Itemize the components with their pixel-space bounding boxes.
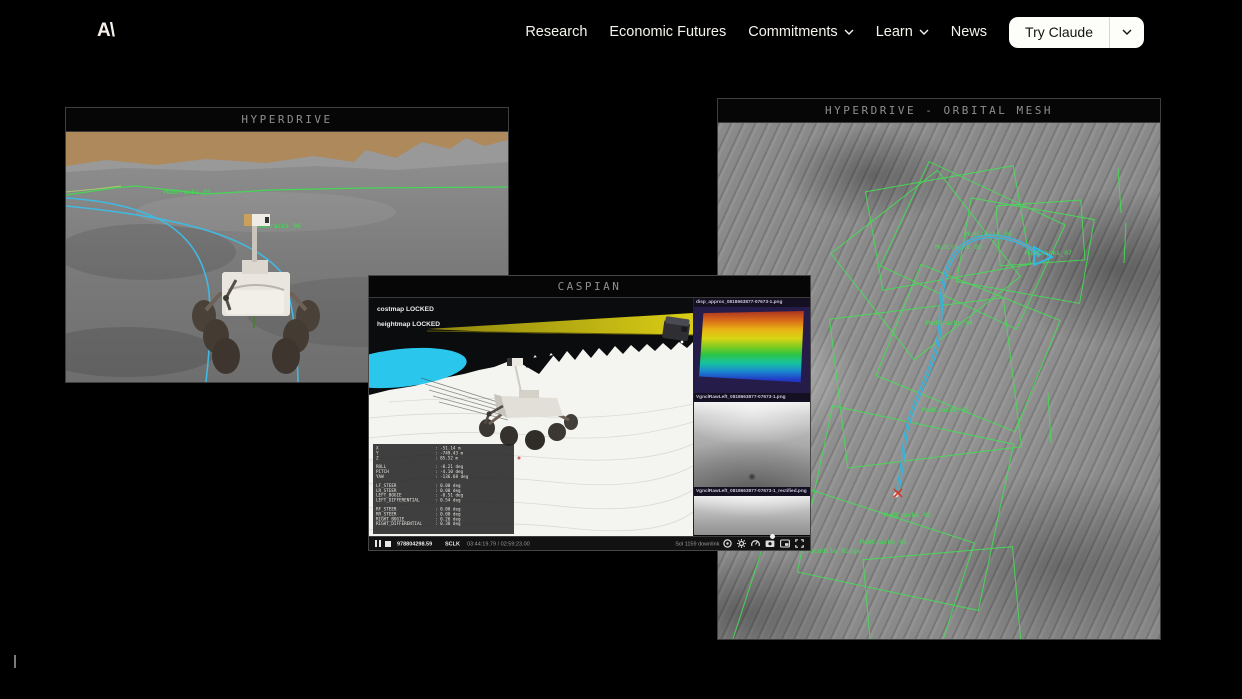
caspian-window: CASPIAN costmap LOCKED heightmap LOCKED [368, 275, 811, 551]
cursor-tick [14, 655, 16, 668]
nav-research-label: Research [525, 24, 587, 40]
fullscreen-icon[interactable] [795, 537, 804, 551]
lock-status-hud: costmap LOCKED heightmap LOCKED [377, 305, 492, 335]
raw-image-label: VgnclRawLeft_0818663877-07673-1.png [694, 393, 810, 401]
nav-research[interactable]: Research [525, 24, 587, 40]
nav-economic-futures[interactable]: Economic Futures [609, 24, 726, 40]
rectified-image-label: VgnclRawLeft_0818663877-07673-1_rectifie… [694, 487, 810, 495]
rectified-camera-image [694, 496, 810, 535]
site-label: MudCracks_05 [935, 243, 982, 251]
site-label: MudCracks_04 [926, 319, 973, 327]
heightmap-status: heightmap LOCKED [377, 320, 440, 328]
chevron-down-icon [919, 29, 929, 35]
telemetry-panel: X-51.14 m Y-749.43 m Z85.52 m ROLL-0.21 … [373, 444, 514, 534]
chevron-down-icon[interactable] [1110, 29, 1144, 35]
costmap-status: costmap LOCKED [377, 305, 440, 313]
pip-icon[interactable] [780, 537, 790, 551]
orbital-window-title: HYPERDRIVE - ORBITAL MESH [718, 99, 1160, 123]
site-label: MudCracks_07 [1025, 249, 1072, 257]
try-claude-button[interactable]: Try Claude [1009, 17, 1144, 48]
chevron-down-icon [844, 29, 854, 35]
site-label: MudCracks_06 [965, 230, 1012, 238]
site-label: MudCracks_03 [922, 406, 969, 414]
pause-icon[interactable] [375, 537, 381, 551]
nav-learn-label: Learn [876, 24, 913, 40]
disparity-colormap [698, 311, 806, 383]
scrubber-track[interactable] [369, 536, 810, 537]
hyperdrive-window-title: HYPERDRIVE [66, 108, 508, 132]
sensor-cube [662, 316, 691, 341]
palette-icon[interactable] [723, 537, 732, 551]
nav-commitments-label: Commitments [748, 24, 837, 40]
sclk-value: 978804298.59 [397, 541, 432, 547]
nav-learn[interactable]: Learn [876, 24, 929, 40]
site-label: MudCracks_02 [884, 511, 931, 519]
try-claude-label: Try Claude [1009, 24, 1109, 40]
camera-panels: disp_approx_0818663877-07673-1.png Vgncl… [693, 298, 810, 536]
sclk-label: SCLK [445, 541, 460, 547]
caspian-3d-viewport: costmap LOCKED heightmap LOCKED [369, 298, 693, 536]
nav-economic-futures-label: Economic Futures [609, 24, 726, 40]
panel-label-bar: disp_approx_0818663877-07673-1.png [694, 298, 810, 307]
anthropic-logo[interactable]: A\ [97, 20, 114, 42]
panel-label-bar: VgnclRawLeft_0818663877-07673-1_rectifie… [694, 487, 810, 496]
raw-camera-image [694, 402, 810, 487]
playback-controls: 978804298.59 SCLK 03:44:19.79 / 02:59:23… [369, 536, 810, 550]
playback-speed-icon[interactable] [751, 537, 760, 551]
panel-label-bar: VgnclRawLeft_0818663877-07673-1.png [694, 393, 810, 402]
disparity-image-label: disp_approx_0818663877-07673-1.png [694, 298, 810, 306]
waypoint-label: MudCracks_05 [164, 188, 211, 196]
nav-news[interactable]: News [951, 24, 987, 40]
disparity-image [694, 307, 810, 393]
settings-gear-icon[interactable] [737, 537, 746, 551]
site-label: MudCracks_01 [860, 538, 907, 546]
downlink-label: Sol 1159 downlink [675, 541, 719, 547]
playback-time: 03:44:19.79 / 02:59:23.00 [467, 541, 530, 547]
top-nav: Research Economic Futures Commitments Le… [503, 16, 1144, 48]
nav-commitments[interactable]: Commitments [748, 24, 853, 40]
stop-icon[interactable] [385, 537, 391, 551]
nav-news-label: News [951, 24, 987, 40]
caspian-window-title: CASPIAN [369, 276, 810, 298]
